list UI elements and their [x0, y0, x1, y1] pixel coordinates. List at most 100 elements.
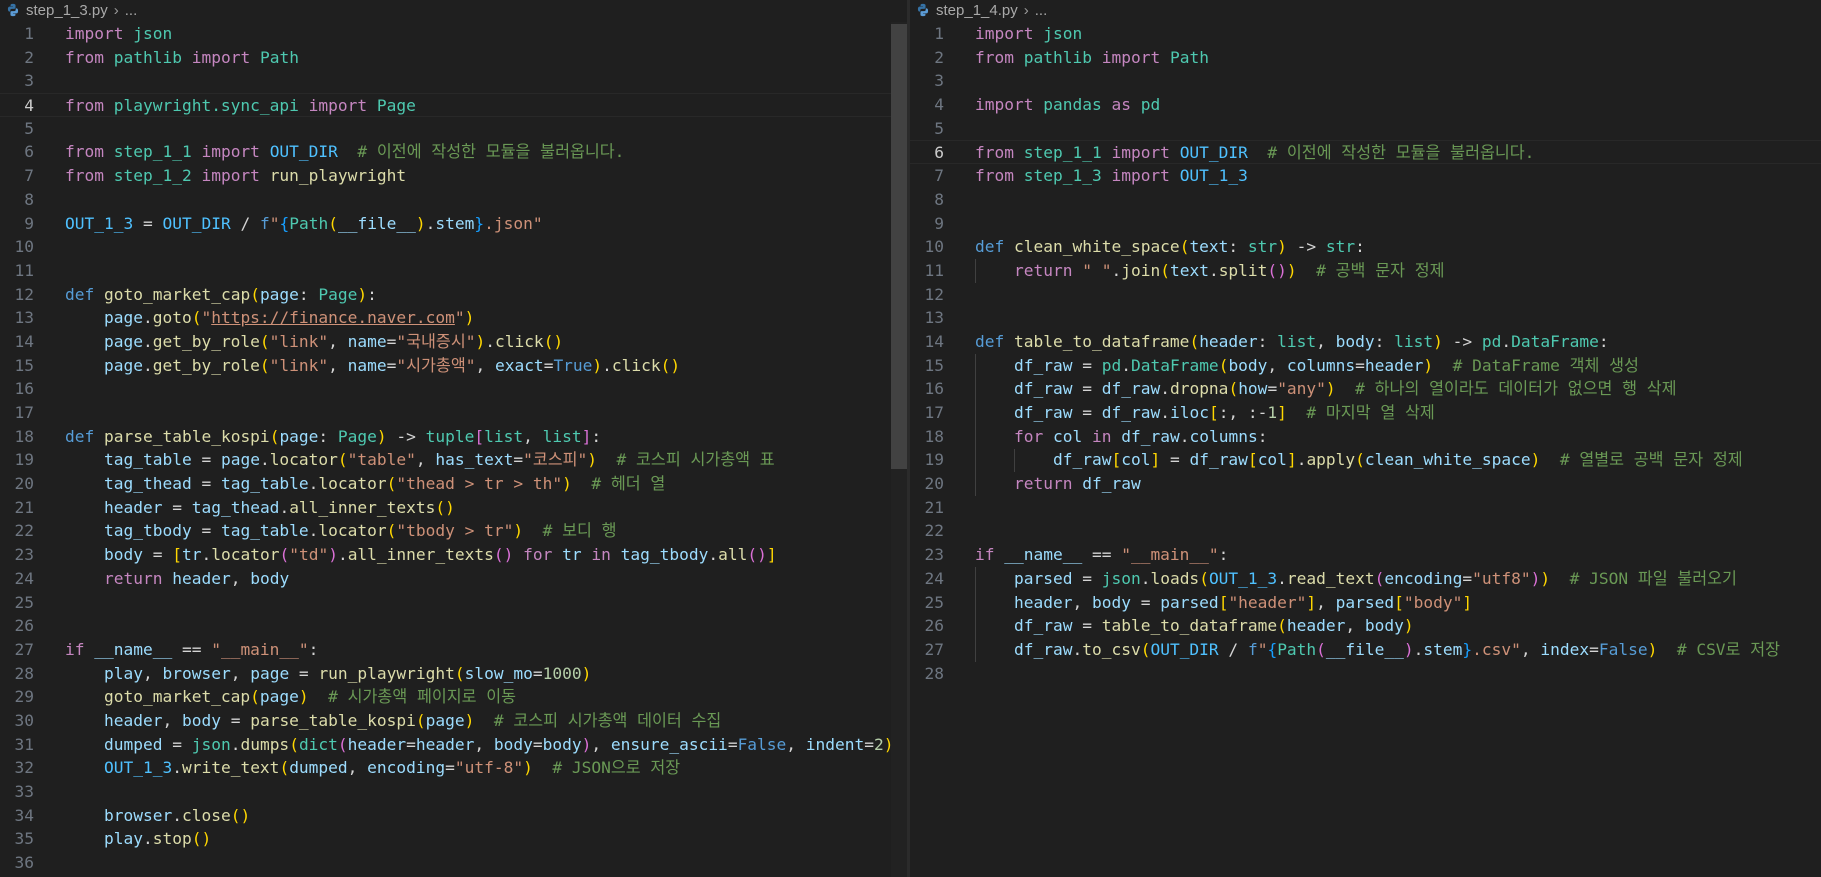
code-line[interactable]: 15 df_raw = pd.DataFrame(body, columns=h…: [910, 354, 1821, 378]
code-token: indent: [805, 734, 865, 754]
code-token: =: [513, 450, 524, 470]
code-line[interactable]: 14 def table_to_dataframe(header: list, b…: [910, 330, 1821, 354]
code-line[interactable]: 34 browser.close(): [0, 804, 907, 828]
code-line[interactable]: 16: [0, 377, 907, 401]
code-line[interactable]: 23 body = [tr.locator("td").all_inner_te…: [0, 543, 907, 567]
code-token: page: [425, 710, 465, 730]
code-line[interactable]: 33: [0, 780, 907, 804]
code-line[interactable]: 21: [910, 496, 1821, 520]
breadcrumb-filename[interactable]: step_1_3.py: [26, 2, 108, 19]
code-line[interactable]: 12 def goto_market_cap(page: Page):: [0, 283, 907, 307]
code-line[interactable]: 29 goto_market_cap(page) # 시가총액 페이지로 이동: [0, 685, 907, 709]
code-line[interactable]: 11 return " ".join(text.split()) # 공백 문자…: [910, 259, 1821, 283]
code-line[interactable]: 3: [910, 69, 1821, 93]
code-token: slow_mo: [464, 663, 533, 683]
code-line[interactable]: 25 header, body = parsed["header"], pars…: [910, 591, 1821, 615]
breadcrumb-filename[interactable]: step_1_4.py: [936, 2, 1018, 19]
code-line[interactable]: 4 import pandas as pd: [910, 93, 1821, 117]
code-line[interactable]: 19 tag_table = page.locator("table", has…: [0, 448, 907, 472]
code-line[interactable]: 28: [910, 662, 1821, 686]
code-line[interactable]: 14 page.get_by_role("link", name="국내증시")…: [0, 330, 907, 354]
code-token: ]: [1462, 592, 1473, 612]
code-line[interactable]: 19 df_raw[col] = df_raw[col].apply(clean…: [910, 448, 1821, 472]
code-line[interactable]: 2 from pathlib import Path: [0, 46, 907, 70]
code-line[interactable]: 13 page.goto("https://finance.naver.com"…: [0, 306, 907, 330]
code-token: (: [259, 331, 270, 351]
code-line[interactable]: 13: [910, 306, 1821, 330]
code-token: =: [1462, 568, 1473, 588]
code-token: page: [250, 663, 290, 683]
code-line[interactable]: 17 df_raw = df_raw.iloc[:, :-1] # 마지막 열 …: [910, 401, 1821, 425]
code-line[interactable]: 22 tag_tbody = tag_table.locator("tbody …: [0, 519, 907, 543]
code-line[interactable]: 10: [0, 235, 907, 259]
code-line[interactable]: 7 from step_1_2 import run_playwright: [0, 164, 907, 188]
code-line[interactable]: 24 return header, body: [0, 567, 907, 591]
code-line[interactable]: 11: [0, 259, 907, 283]
code-line[interactable]: 22: [910, 519, 1821, 543]
code-line[interactable]: 10 def clean_white_space(text: str) -> st…: [910, 235, 1821, 259]
code-line[interactable]: 21 header = tag_thead.all_inner_texts(): [0, 496, 907, 520]
code-token: in: [591, 545, 611, 565]
code-line[interactable]: 30 header, body = parse_table_kospi(page…: [0, 709, 907, 733]
code-line[interactable]: 27 if __name__ == "__main__":: [0, 638, 907, 662]
breadcrumb-symbols[interactable]: ...: [1035, 2, 1048, 19]
code-line[interactable]: 8: [910, 188, 1821, 212]
code-token: .: [708, 545, 719, 565]
code-line[interactable]: 18 def parse_table_kospi(page: Page) -> t…: [0, 425, 907, 449]
code-line[interactable]: 24 parsed = json.loads(OUT_1_3.read_text…: [910, 567, 1821, 591]
editor-pane-left[interactable]: step_1_3.py ›... 1 import json 2 from pathli…: [0, 0, 907, 877]
breadcrumb[interactable]: step_1_3.py ›...: [0, 0, 907, 22]
code-line[interactable]: 23 if __name__ == "__main__":: [910, 543, 1821, 567]
code-token: stop: [152, 829, 192, 849]
code-line[interactable]: 35 play.stop(): [0, 827, 907, 851]
vertical-scrollbar[interactable]: [891, 22, 907, 877]
breadcrumb[interactable]: step_1_4.py ›...: [910, 0, 1821, 22]
code-token: (: [279, 545, 290, 565]
code-line[interactable]: 18 for col in df_raw.columns:: [910, 425, 1821, 449]
code-line[interactable]: 9 OUT_1_3 = OUT_DIR / f"{Path(__file__).s…: [0, 212, 907, 236]
code-line[interactable]: 1 import json: [910, 22, 1821, 46]
code-line[interactable]: 28 play, browser, page = run_playwright(…: [0, 662, 907, 686]
editor-pane-right[interactable]: step_1_4.py ›... 1 import json 2 from pathli…: [910, 0, 1821, 877]
code-line[interactable]: 2 from pathlib import Path: [910, 46, 1821, 70]
code-line[interactable]: 32 OUT_1_3.write_text(dumped, encoding="…: [0, 756, 907, 780]
code-token: .: [201, 545, 212, 565]
code-line[interactable]: 25: [0, 591, 907, 615]
scrollbar-thumb[interactable]: [891, 24, 907, 469]
code-token: for: [1013, 426, 1044, 446]
code-line[interactable]: 20 return df_raw: [910, 472, 1821, 496]
code-line[interactable]: 26: [0, 614, 907, 638]
code-line[interactable]: 1 import json: [0, 22, 907, 46]
code-token: import: [191, 47, 251, 67]
breadcrumb-symbols[interactable]: ...: [125, 2, 138, 19]
code-area[interactable]: 1 import json 2 from pathlib import Path 3 4 f…: [0, 22, 907, 875]
code-area[interactable]: 1 import json 2 from pathlib import Path 3 4 i…: [910, 22, 1821, 685]
code-line[interactable]: 5: [0, 117, 907, 141]
code-line[interactable]: 17: [0, 401, 907, 425]
code-line[interactable]: 9: [910, 212, 1821, 236]
code-line[interactable]: 8: [0, 188, 907, 212]
code-line[interactable]: 27 df_raw.to_csv(OUT_DIR / f"{Path(__fil…: [910, 638, 1821, 662]
code-line[interactable]: 5: [910, 117, 1821, 141]
code-line[interactable]: 16 df_raw = df_raw.dropna(how="any") # 하…: [910, 377, 1821, 401]
code-token: [: [1247, 450, 1258, 470]
code-token: :: [1257, 426, 1268, 446]
code-token: (: [250, 687, 260, 707]
code-line[interactable]: 12: [910, 283, 1821, 307]
code-token: (: [269, 426, 280, 446]
code-line[interactable]: 20 tag_thead = tag_table.locator("thead …: [0, 472, 907, 496]
code-line[interactable]: 6 from step_1_1 import OUT_DIR # 이전에 작성한 …: [910, 140, 1821, 165]
code-line[interactable]: 15 page.get_by_role("link", name="시가총액",…: [0, 354, 907, 378]
code-line[interactable]: 3: [0, 69, 907, 93]
code-line[interactable]: 4 from playwright.sync_api import Page: [0, 93, 907, 117]
code-token: columns: [1189, 426, 1258, 446]
code-line[interactable]: 6 from step_1_1 import OUT_DIR # 이전에 작성한 …: [0, 140, 907, 164]
code-line[interactable]: 36: [0, 851, 907, 875]
code-line[interactable]: 26 df_raw = table_to_dataframe(header, b…: [910, 614, 1821, 638]
code-line[interactable]: 31 dumped = json.dumps(dict(header=heade…: [0, 733, 907, 757]
code-token: =: [162, 497, 192, 517]
code-line[interactable]: 7 from step_1_3 import OUT_1_3: [910, 164, 1821, 188]
